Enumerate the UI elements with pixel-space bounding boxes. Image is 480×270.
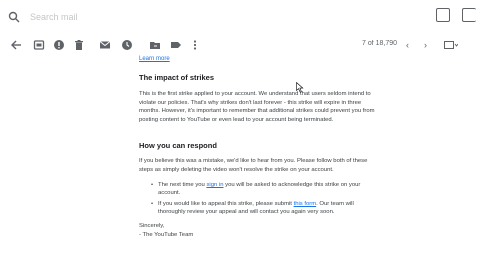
top-bar: Search mail: [0, 0, 480, 34]
settings-box-icon[interactable]: [436, 8, 450, 22]
list-item: The next time you sign in you will be as…: [151, 181, 380, 198]
bullet-text: The next time you: [158, 182, 207, 188]
steps-list: The next time you sign in you will be as…: [151, 181, 380, 218]
appeal-form-link[interactable]: this form: [294, 201, 317, 207]
respond-heading: How you can respond: [139, 141, 217, 150]
signoff-line: Sincerely,: [139, 223, 165, 229]
bullet-text: If you would like to appeal this strike,…: [158, 200, 294, 207]
impact-paragraph: This is the first strike applied to your…: [139, 91, 375, 123]
learn-more-link[interactable]: Learn more: [139, 56, 170, 62]
report-spam-icon[interactable]: [53, 39, 65, 51]
snooze-icon[interactable]: [121, 39, 133, 51]
search-icon[interactable]: [8, 11, 20, 23]
respond-paragraph: If you believe this was a mistake, we'd …: [139, 158, 368, 173]
account-box-icon[interactable]: [462, 8, 476, 22]
search-input[interactable]: Search mail: [30, 12, 78, 22]
signoff-team: - The YouTube Team: [139, 231, 194, 238]
pager-count: 7 of 18,790: [362, 40, 398, 47]
next-page-button[interactable]: ›: [424, 40, 427, 50]
delete-icon[interactable]: [73, 39, 85, 51]
prev-page-button[interactable]: ‹: [406, 40, 409, 50]
sign-in-link[interactable]: sign in: [206, 182, 223, 188]
input-tools-icon[interactable]: [444, 41, 458, 49]
more-icon[interactable]: [189, 39, 201, 51]
label-icon[interactable]: [170, 39, 182, 51]
impact-heading: The impact of strikes: [139, 73, 215, 82]
mouse-cursor-icon: [296, 82, 304, 93]
back-arrow-icon[interactable]: [10, 39, 22, 51]
mark-unread-icon[interactable]: [99, 39, 111, 51]
list-item: If you would like to appeal this strike,…: [151, 200, 380, 217]
archive-icon[interactable]: [33, 39, 45, 51]
signoff: Sincerely, - The YouTube Team: [139, 222, 193, 239]
search-bar[interactable]: Search mail: [0, 4, 430, 30]
move-to-icon[interactable]: [149, 39, 161, 51]
